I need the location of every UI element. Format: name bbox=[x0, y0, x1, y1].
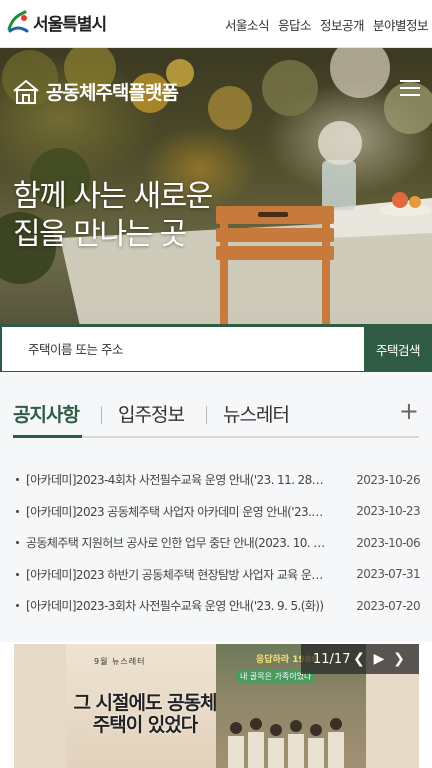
house-search-button[interactable]: 주택검색 bbox=[364, 325, 432, 373]
notice-item[interactable]: [아카데미]2023 하반기 공동체주택 현장탐방 사업자 교육 운영 안내 20… bbox=[16, 559, 421, 591]
house-search-input[interactable] bbox=[2, 327, 364, 371]
tab-divider bbox=[206, 406, 207, 424]
house-search-bar: 주택검색 bbox=[0, 324, 432, 372]
bullet-icon bbox=[16, 572, 19, 576]
next-arrow-icon[interactable]: ❯ bbox=[389, 651, 409, 667]
seoul-logo-icon bbox=[7, 10, 29, 33]
poster-people-image bbox=[228, 718, 344, 768]
bullet-icon bbox=[16, 604, 19, 608]
hero-slogan-line2: 집을 만나는 곳 bbox=[13, 217, 187, 252]
seoul-logo-text: 서울특별시 bbox=[33, 14, 107, 35]
hero-banner: 공동체주택플랫폼 함께 사는 새로운 집을 만나는 곳 bbox=[0, 48, 432, 326]
board-section: 공지사항 입주정보 뉴스레터 + [아카데미]2023-4회차 사전필수교육 운… bbox=[0, 372, 432, 642]
pager-count: 11/17 bbox=[313, 651, 351, 667]
bullet-icon bbox=[16, 541, 19, 545]
notice-item[interactable]: [아카데미]2023 공동체주택 사업자 아카데미 운영 안내('23. 11.… bbox=[16, 496, 421, 528]
tab-notice[interactable]: 공지사항 bbox=[13, 400, 80, 427]
board-tabbar: 공지사항 입주정보 뉴스레터 + bbox=[13, 396, 419, 438]
gov-nav-response[interactable]: 응답소 bbox=[278, 15, 312, 34]
banner-pager: 11/17 ❮ ▶ ❯ bbox=[301, 644, 419, 674]
platform-title: 공동체주택플랫폼 bbox=[46, 82, 179, 104]
gov-nav: 서울소식 응답소 정보공개 분야별정보 bbox=[225, 15, 429, 34]
notice-list: [아카데미]2023-4회차 사전필수교육 운영 안내('23. 11. 28.… bbox=[16, 464, 421, 622]
tab-move-in-info[interactable]: 입주정보 bbox=[118, 400, 185, 427]
prev-arrow-icon[interactable]: ❮ bbox=[349, 651, 369, 667]
newsletter-cover: 9월 뉴스레터 그 시절에도 공동체주택이 있었다 bbox=[66, 644, 218, 768]
tab-newsletter[interactable]: 뉴스레터 bbox=[223, 400, 290, 427]
newsletter-label: 9월 뉴스레터 bbox=[94, 657, 146, 666]
platform-brand[interactable]: 공동체주택플랫폼 bbox=[12, 78, 179, 105]
gov-nav-fields[interactable]: 분야별정보 bbox=[373, 15, 429, 34]
notice-item[interactable]: 공동체주택 지원허브 공사로 인한 업무 중단 안내(2023. 10. 10.… bbox=[16, 527, 421, 559]
seoul-logo[interactable]: 서울특별시 bbox=[5, 9, 107, 35]
notice-item[interactable]: [아카데미]2023-4회차 사전필수교육 운영 안내('23. 11. 28.… bbox=[16, 464, 421, 496]
more-plus-icon[interactable]: + bbox=[399, 399, 419, 423]
tab-divider bbox=[101, 406, 102, 424]
active-tab-indicator bbox=[13, 435, 82, 438]
hero-slogan: 함께 사는 새로운 집을 만나는 곳 bbox=[13, 178, 213, 254]
gov-nav-news[interactable]: 서울소식 bbox=[225, 15, 270, 34]
play-icon[interactable]: ▶ bbox=[369, 651, 389, 667]
gov-header: 서울특별시 서울소식 응답소 정보공개 분야별정보 bbox=[0, 0, 432, 48]
gov-nav-info[interactable]: 정보공개 bbox=[320, 15, 365, 34]
bullet-icon bbox=[16, 478, 19, 482]
notice-item[interactable]: [아카데미]2023-3회차 사전필수교육 운영 안내('23. 9. 5.(화… bbox=[16, 590, 421, 622]
hero-slogan-line1: 함께 사는 새로운 bbox=[13, 179, 213, 214]
bullet-icon bbox=[16, 509, 19, 513]
newsletter-headline: 그 시절에도 공동체주택이 있었다 bbox=[73, 692, 217, 736]
home-icon bbox=[13, 79, 39, 104]
hamburger-menu-icon[interactable] bbox=[400, 80, 420, 98]
